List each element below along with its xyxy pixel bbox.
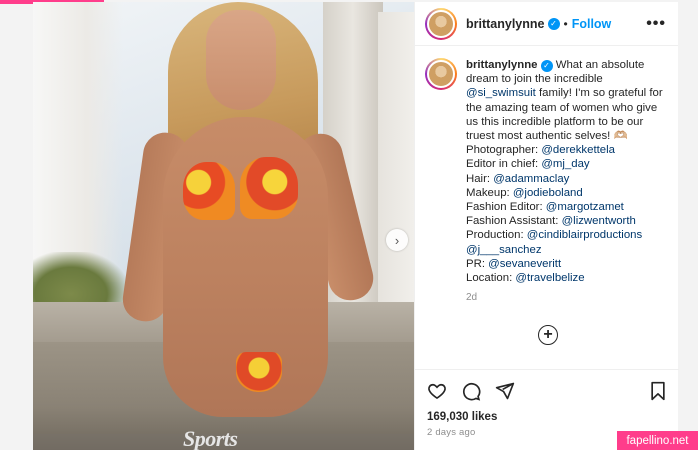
magazine-title: Sports xyxy=(183,426,238,450)
follow-button[interactable]: Follow xyxy=(572,17,612,31)
credit-handle[interactable]: @mj_day xyxy=(541,158,589,170)
plus-circle-icon: + xyxy=(543,326,553,343)
credit-handle[interactable]: @derekkettela xyxy=(541,144,615,156)
avatar[interactable] xyxy=(425,7,457,40)
credit-handle[interactable]: @lizwentworth xyxy=(562,215,636,227)
credit-line: Production: @cindiblairproductions xyxy=(466,228,666,242)
credit-label: Editor in chief: xyxy=(466,158,542,171)
swimsuit-top-left xyxy=(183,162,235,220)
credit-label: Fashion Editor: xyxy=(466,201,546,214)
credit-handle[interactable]: @jodieboland xyxy=(513,187,583,199)
verified-badge-icon: ✓ xyxy=(540,60,553,73)
bookmark-icon[interactable] xyxy=(649,381,667,401)
post-photo[interactable]: Sports › xyxy=(33,2,414,450)
post-caption: brittanylynne ✓ What an absolute dream to… xyxy=(415,46,678,305)
action-bar: 169,030 likes 2 days ago xyxy=(415,369,679,438)
comment-icon[interactable] xyxy=(461,381,481,401)
heart-icon[interactable] xyxy=(427,381,447,401)
credit-label: PR: xyxy=(466,257,489,270)
credits-list: Photographer: @derekkettela Editor in ch… xyxy=(466,143,666,285)
credit-handle[interactable]: @j___sanchez xyxy=(466,244,542,256)
credit-line: Hair: @adammaclay xyxy=(466,172,666,186)
credit-label: Makeup: xyxy=(466,186,513,199)
post-header: brittanylynne ✓ • Follow ••• xyxy=(415,2,678,46)
caption-avatar[interactable] xyxy=(425,58,457,90)
separator-dot: • xyxy=(563,16,568,31)
post-sidebar: brittanylynne ✓ • Follow ••• brittanylyn… xyxy=(414,2,679,450)
credit-handle[interactable]: @travelbelize xyxy=(515,272,584,284)
credit-line: Fashion Assistant: @lizwentworth xyxy=(466,214,666,228)
share-icon[interactable] xyxy=(495,381,515,401)
credit-line: PR: @sevaneveritt xyxy=(466,257,666,271)
header-username[interactable]: brittanylynne xyxy=(466,17,545,31)
credit-line: Fashion Editor: @margotzamet xyxy=(466,200,666,214)
action-icons xyxy=(427,380,667,402)
model-face xyxy=(206,10,276,110)
chevron-right-icon: › xyxy=(394,232,400,248)
mention-link[interactable]: @si_swimsuit xyxy=(466,87,536,99)
next-photo-button[interactable]: › xyxy=(386,229,408,251)
credit-line: Makeup: @jodieboland xyxy=(466,186,666,200)
caption-timestamp[interactable]: 2d xyxy=(466,291,666,305)
swimsuit-top-right xyxy=(240,157,298,219)
credit-label: Photographer: xyxy=(466,144,542,157)
credit-line: Location: @travelbelize xyxy=(466,271,666,285)
instagram-post-dialog: Sports › brittanylynne ✓ • Follow ••• br… xyxy=(33,2,679,450)
photo-curtain xyxy=(33,2,123,282)
swimsuit-bottom xyxy=(236,352,282,392)
caption-username[interactable]: brittanylynne xyxy=(466,59,538,71)
credit-handle[interactable]: @adammaclay xyxy=(493,173,569,185)
credit-label: Hair: xyxy=(466,172,494,185)
credit-handle[interactable]: @margotzamet xyxy=(546,201,624,213)
credit-handle[interactable]: @sevaneveritt xyxy=(488,258,561,270)
credit-label: Fashion Assistant: xyxy=(466,215,562,228)
credit-handle[interactable]: @cindiblairproductions xyxy=(527,229,642,241)
watermark: fapellino.net xyxy=(617,431,698,450)
more-options-icon[interactable]: ••• xyxy=(646,15,666,33)
credit-line: @j___sanchez xyxy=(466,243,666,257)
like-count[interactable]: 169,030 likes xyxy=(427,411,667,423)
load-more-comments-button[interactable]: + xyxy=(538,325,558,345)
credit-line: Editor in chief: @mj_day xyxy=(466,157,666,171)
verified-badge-icon: ✓ xyxy=(547,17,560,30)
credit-line: Photographer: @derekkettela xyxy=(466,143,666,157)
photo-model xyxy=(119,2,378,450)
caption-text: brittanylynne ✓ What an absolute dream to… xyxy=(466,58,666,305)
credit-label: Production: xyxy=(466,229,527,242)
credit-label: Location: xyxy=(466,272,516,285)
